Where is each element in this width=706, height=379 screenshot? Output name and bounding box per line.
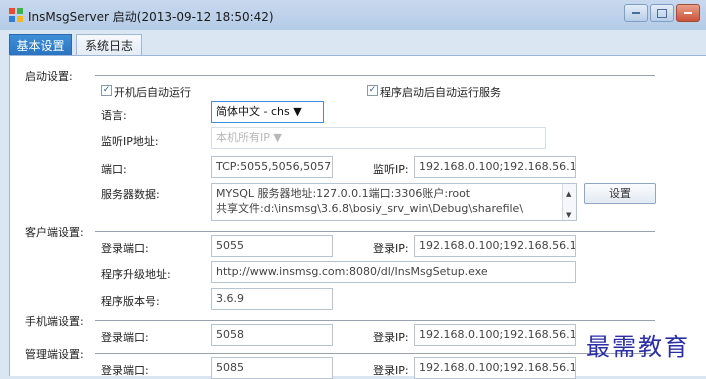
server-data-scrollbar[interactable]: ▲ ▼ [562, 184, 576, 220]
server-data-line2: 共享文件:d:\insmsg\3.6.8\bosiy_srv_win\Debug… [216, 202, 524, 215]
mobile-divider [95, 320, 655, 321]
client-login-port-label: 登录端口: [101, 242, 149, 255]
window-controls [624, 4, 700, 22]
upgrade-url-input[interactable]: http://www.insmsg.com:8080/dl/InsMsgSetu… [211, 261, 576, 283]
startup-section-label: 启动设置: [25, 70, 73, 83]
admin-login-port-label: 登录端口: [101, 364, 149, 377]
client-login-ip-input[interactable]: 192.168.0.100;192.168.56.1; [414, 235, 576, 257]
close-icon [684, 12, 692, 14]
maximize-button[interactable] [650, 4, 674, 22]
client-section-label: 客户端设置: [25, 226, 84, 239]
port-input[interactable]: TCP:5055,5056,5057,5( [211, 156, 333, 178]
admin-login-port-input[interactable]: 5085 [211, 357, 333, 379]
listen-ip-label: 监听IP地址: [101, 135, 159, 148]
server-data-label: 服务器数据: [101, 188, 160, 201]
mobile-login-ip-label: 登录IP: [373, 331, 409, 344]
client-login-ip-label: 登录IP: [373, 242, 409, 255]
tab-bar: 基本设置 系统日志 [0, 30, 706, 56]
watermark-text: 最需教育 [586, 333, 690, 361]
auto-service-label: 程序启动后自动运行服务 [380, 86, 501, 99]
mobile-login-ip-input[interactable]: 192.168.0.100;192.168.56.1; [414, 324, 576, 346]
tab-basic-settings[interactable]: 基本设置 [9, 34, 72, 56]
settings-button[interactable]: 设置 [584, 183, 656, 204]
mobile-login-port-label: 登录端口: [101, 331, 149, 344]
client-login-port-input[interactable]: 5055 [211, 235, 333, 257]
listen-ip-select[interactable]: 本机所有IP ▼ [211, 127, 546, 149]
mobile-section-label: 手机端设置: [25, 315, 84, 328]
language-label: 语言: [101, 109, 127, 122]
auto-service-checkbox[interactable]: ✓ [367, 85, 378, 96]
tab-system-log[interactable]: 系统日志 [76, 34, 142, 56]
admin-section-label: 管理端设置: [25, 348, 84, 361]
window-title: InsMsgServer 启动(2013-09-12 18:50:42) [28, 10, 274, 24]
auto-run-label: 开机后自动运行 [114, 86, 191, 99]
upgrade-url-label: 程序升级地址: [101, 268, 171, 281]
auto-run-checkbox[interactable]: ✓ [101, 85, 112, 96]
mobile-login-port-input[interactable]: 5058 [211, 324, 333, 346]
listen-ip2-input[interactable]: 192.168.0.100;192.168.56.1; [414, 156, 576, 178]
maximize-icon [657, 8, 667, 18]
admin-login-ip-input[interactable]: 192.168.0.100;192.168.56.1; [414, 357, 576, 379]
port-label: 端口: [101, 163, 127, 176]
language-select[interactable]: 简体中文 - chs ▼ [211, 101, 324, 123]
close-button[interactable] [676, 4, 700, 22]
scroll-down-icon[interactable]: ▼ [566, 208, 571, 220]
server-data-line1: MYSQL 服务器地址:127.0.0.1端口:3306账户:root [216, 187, 471, 200]
app-icon [9, 8, 23, 22]
listen-ip2-label: 监听IP: [373, 163, 409, 176]
title-bar: InsMsgServer 启动(2013-09-12 18:50:42) [0, 0, 706, 30]
scroll-up-icon[interactable]: ▲ [566, 187, 571, 202]
client-divider [95, 231, 655, 232]
admin-divider [95, 353, 655, 354]
version-label: 程序版本号: [101, 295, 160, 308]
startup-divider [95, 75, 655, 76]
server-data-textarea[interactable]: MYSQL 服务器地址:127.0.0.1端口:3306账户:root 共享文件… [211, 183, 577, 221]
admin-login-ip-label: 登录IP: [373, 364, 409, 377]
minimize-icon [632, 12, 640, 14]
minimize-button[interactable] [624, 4, 648, 22]
version-input[interactable]: 3.6.9 [211, 288, 333, 310]
